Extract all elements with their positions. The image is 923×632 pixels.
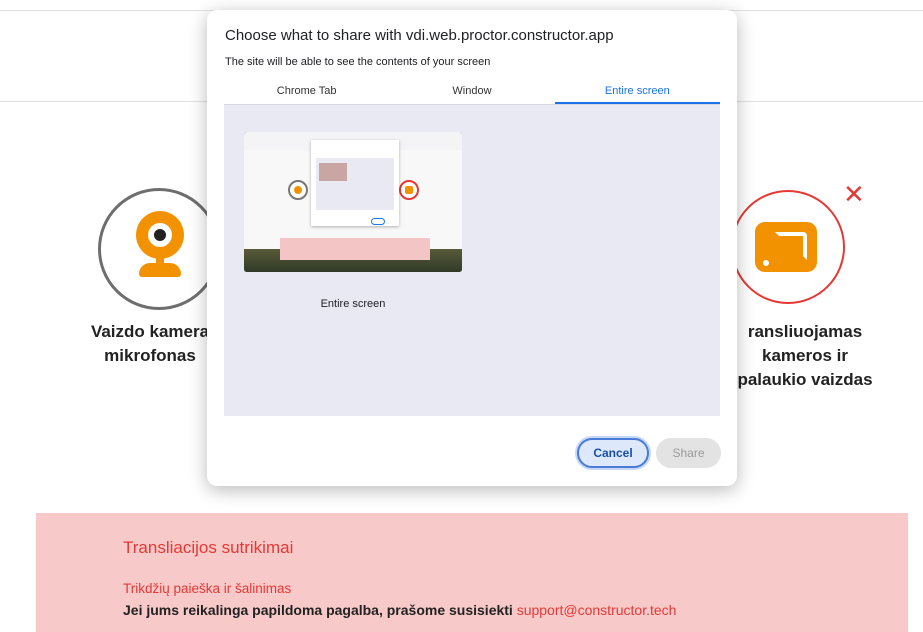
tab-window[interactable]: Window [389, 80, 554, 104]
share-source-panel: Entire screen [224, 104, 720, 416]
troubleshooting-link[interactable]: Trikdžių paieška ir šalinimas [123, 581, 291, 596]
screencast-status-circle [731, 190, 845, 304]
cancel-button[interactable]: Cancel [577, 438, 649, 468]
support-text: Jei jums reikalinga papildoma pagalba, p… [123, 602, 676, 618]
support-email-link[interactable]: support@constructor.tech [517, 602, 677, 618]
entire-screen-label: Entire screen [320, 298, 386, 310]
share-button[interactable]: Share [656, 438, 721, 468]
support-text-prefix: Jei jums reikalinga papildoma pagalba, p… [123, 602, 517, 618]
close-icon: ✕ [843, 179, 865, 209]
webcam-status-circle [98, 188, 220, 310]
screen-share-dialog: Choose what to share with vdi.web.procto… [207, 10, 737, 486]
dialog-title: Choose what to share with vdi.web.procto… [225, 27, 614, 44]
webcam-label: Vaizdo kamera mikrofonas [90, 322, 210, 365]
tab-entire-screen[interactable]: Entire screen [554, 80, 720, 104]
screencast-icon [755, 222, 817, 272]
share-tabs: Chrome Tab Window Entire screen [224, 80, 720, 104]
screencast-label: ransliuojamas kameros ir palaukio vaizda… [737, 322, 873, 389]
tab-chrome-tab[interactable]: Chrome Tab [224, 80, 389, 104]
banner-title: Transliacijos sutrikimai [123, 538, 294, 557]
entire-screen-thumbnail[interactable] [244, 132, 462, 272]
dialog-subtitle: The site will be able to see the content… [225, 56, 491, 68]
page: Vaizdo kamera mikrofonas ✕ ransliuojamas… [0, 0, 923, 632]
troubleshooting-banner: Transliacijos sutrikimai Trikdžių paiešk… [36, 513, 908, 632]
